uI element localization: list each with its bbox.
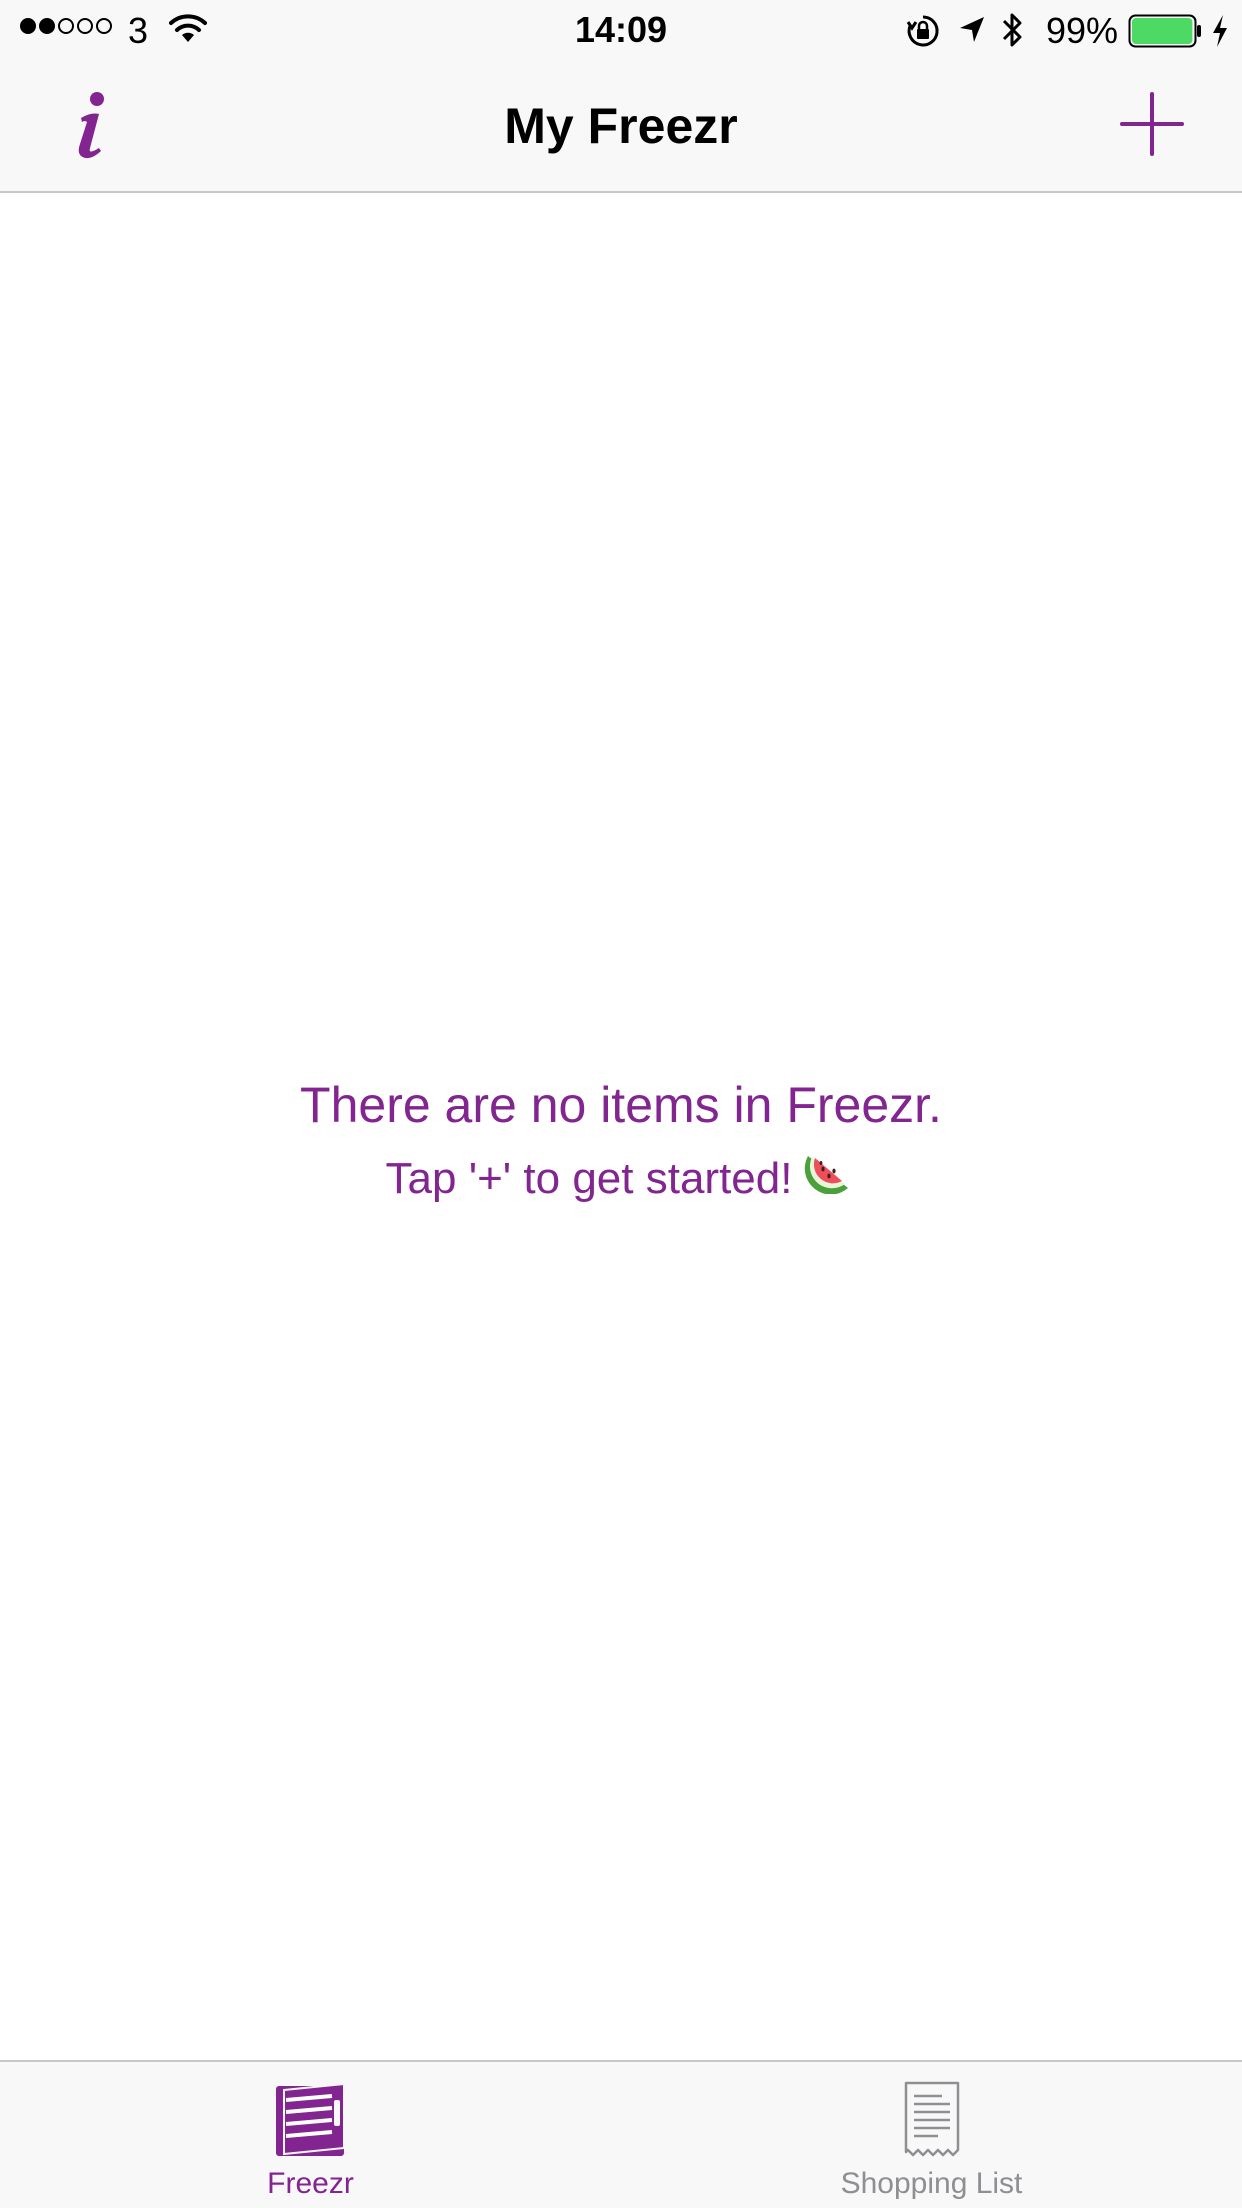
location-arrow-icon [956,14,988,51]
rotation-lock-icon [906,14,940,53]
charging-bolt-icon [1210,14,1230,53]
battery-percent: 99% [1045,10,1118,51]
navigation-bar: My Freezr [0,60,1242,193]
page-title: My Freezr [504,98,738,154]
empty-state-message: There are no items in Freezr. [300,1077,942,1133]
watermelon-icon [804,1142,856,1215]
tab-freezr[interactable]: Freezr [0,2062,621,2208]
bluetooth-icon [1000,10,1024,55]
freezer-icon [272,2080,350,2163]
status-bar: 3 14:09 99% [0,0,1242,60]
app-screen: 3 14:09 99% My Freezr There are no items… [0,0,1242,2208]
tab-label: Shopping List [840,2167,1023,2200]
plus-icon [1120,92,1184,156]
info-button[interactable] [58,80,128,170]
empty-state-hint: Tap '+' to get started! [0,1142,1242,1215]
battery-icon [1128,14,1202,53]
tab-bar: Freezr Shopping List [0,2060,1242,2208]
empty-state-hint-text: Tap '+' to get started! [385,1153,793,1203]
info-icon [78,92,104,159]
tab-label: Freezr [267,2167,354,2200]
add-item-button[interactable] [1112,84,1192,164]
tab-shopping-list[interactable]: Shopping List [621,2062,1242,2208]
receipt-icon [902,2080,962,2163]
empty-state: There are no items in Freezr. Tap '+' to… [0,1070,1242,1215]
